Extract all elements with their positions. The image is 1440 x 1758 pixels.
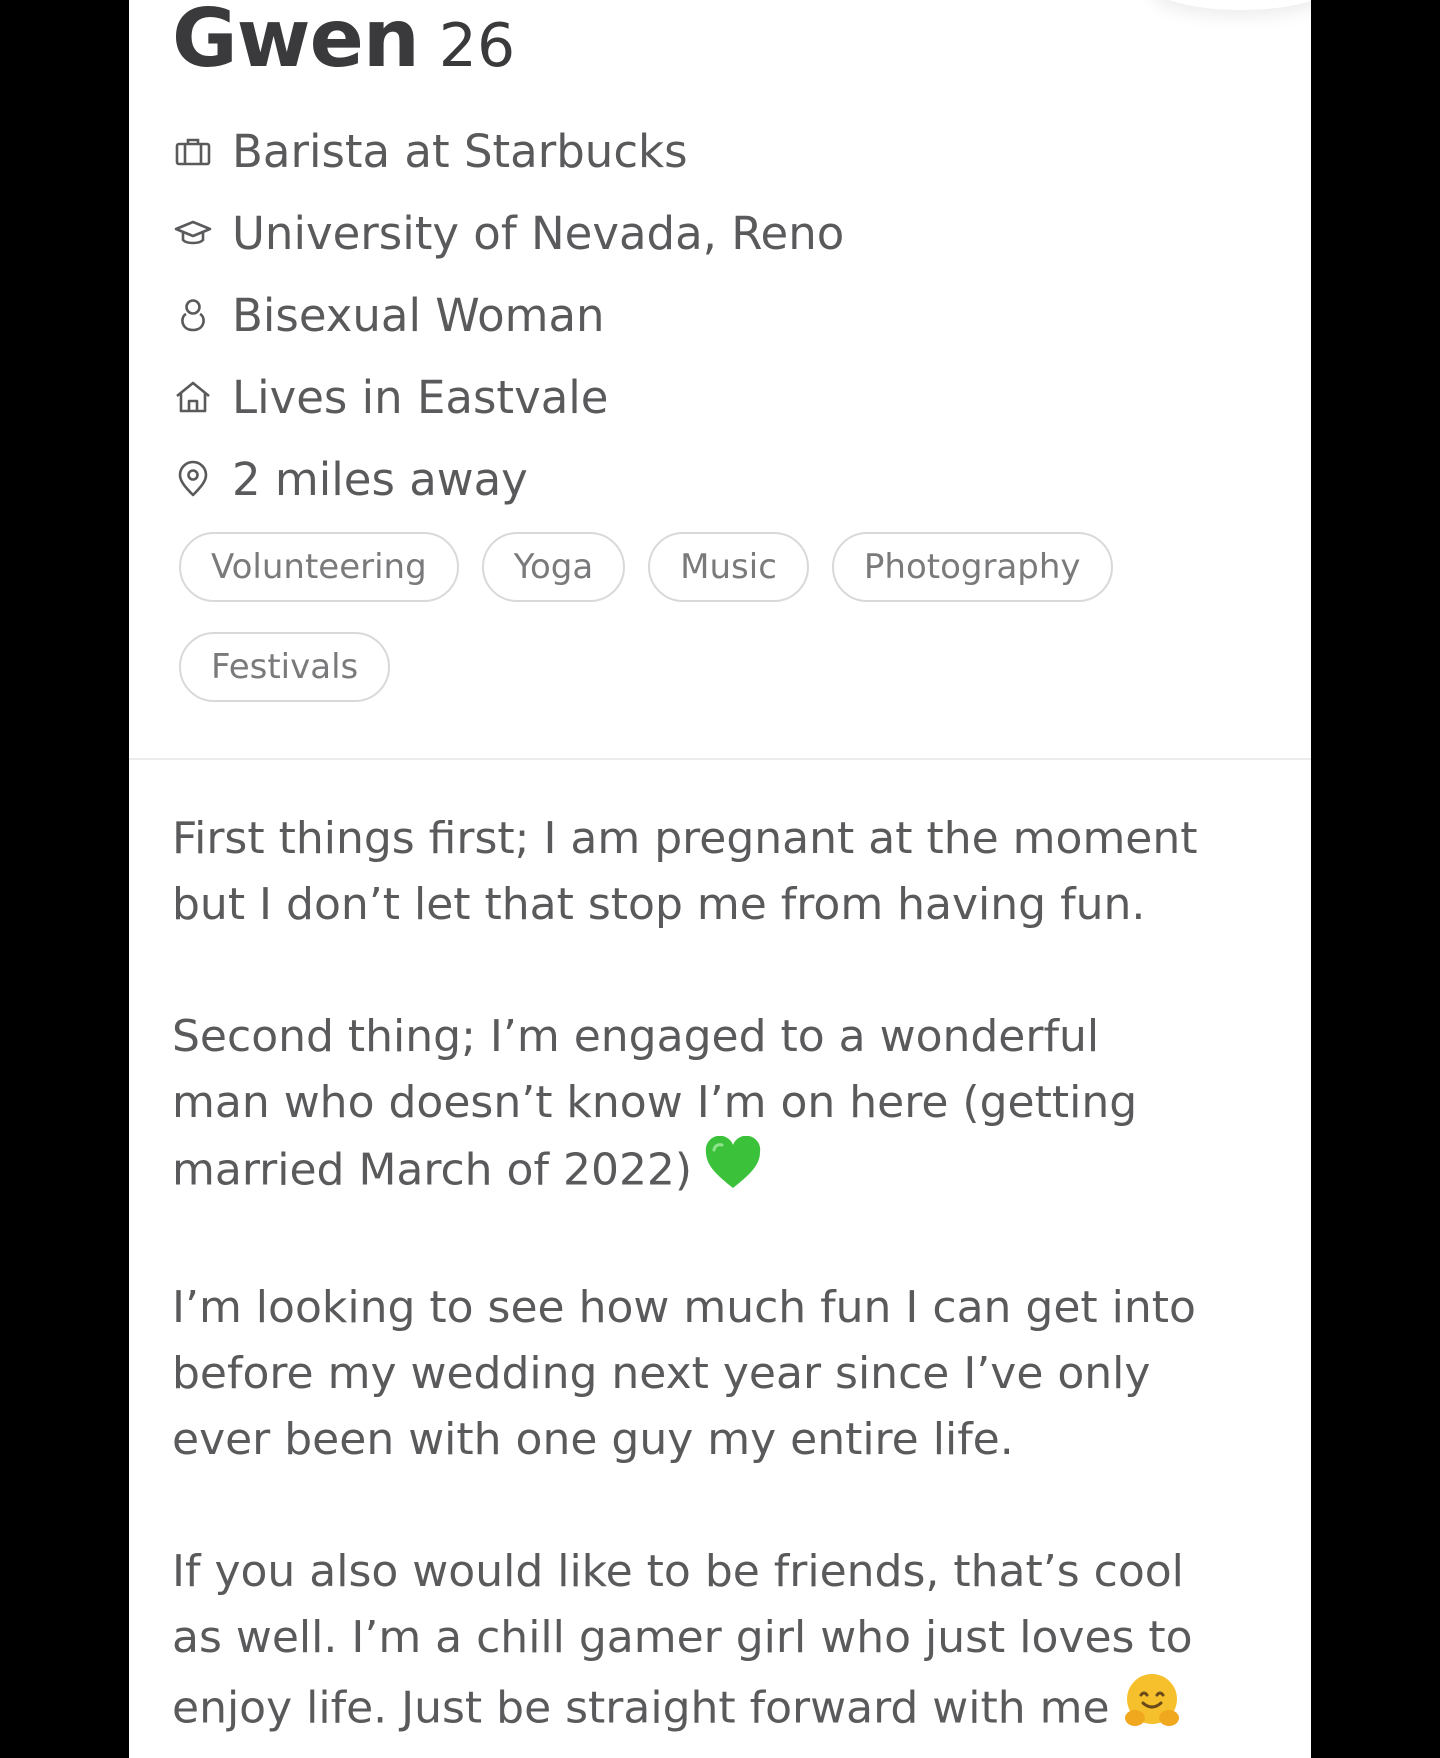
info-distance-text: 2 miles away [232, 452, 528, 506]
interest-chip-festivals[interactable]: Festivals [179, 632, 391, 702]
profile-bio: First things first; I am pregnant at the… [172, 806, 1282, 1750]
briefcase-icon [172, 130, 214, 172]
profile-card: Gwen 26 Barista at Starbucks University … [129, 0, 1311, 1758]
interest-chip-photography[interactable]: Photography [831, 532, 1113, 602]
green-heart-icon [704, 1135, 762, 1209]
profile-info-list: Barista at Starbucks University of Nevad… [172, 110, 1272, 520]
info-distance: 2 miles away [172, 438, 1272, 520]
bio-paragraph-2-text: Second thing; I’m engaged to a wonderful… [172, 1011, 1138, 1196]
info-school: University of Nevada, Reno [172, 192, 1272, 274]
interest-chip-volunteering[interactable]: Volunteering [179, 532, 459, 602]
person-icon [172, 294, 214, 336]
bio-paragraph-2: Second thing; I’m engaged to a wonderful… [172, 1004, 1282, 1209]
profile-header: Gwen 26 [172, 0, 515, 85]
graduation-cap-icon [172, 212, 214, 254]
profile-age: 26 [438, 11, 516, 81]
card-shadow [1151, 0, 1311, 10]
info-job-text: Barista at Starbucks [232, 124, 688, 178]
bio-paragraph-1: First things first; I am pregnant at the… [172, 806, 1282, 938]
interest-chip-music[interactable]: Music [648, 532, 809, 602]
bio-paragraph-3: I’m looking to see how much fun I can ge… [172, 1275, 1282, 1473]
home-icon [172, 376, 214, 418]
hugging-face-icon [1122, 1671, 1182, 1750]
bio-paragraph-3-text: I’m looking to see how much fun I can ge… [172, 1282, 1196, 1465]
info-lives-in: Lives in Eastvale [172, 356, 1272, 438]
section-divider [129, 758, 1311, 760]
bio-paragraph-4: If you also would like to be friends, th… [172, 1539, 1282, 1750]
info-orientation: Bisexual Woman [172, 274, 1272, 356]
info-job: Barista at Starbucks [172, 110, 1272, 192]
interest-chip-yoga[interactable]: Yoga [481, 532, 626, 602]
info-school-text: University of Nevada, Reno [232, 206, 845, 260]
info-lives-in-text: Lives in Eastvale [232, 370, 609, 424]
interest-chips: Volunteering Yoga Music Photography Fest… [179, 532, 1279, 702]
location-pin-icon [172, 458, 214, 500]
info-orientation-text: Bisexual Woman [232, 288, 605, 342]
profile-name: Gwen [172, 0, 420, 85]
bio-paragraph-4-text: If you also would like to be friends, th… [172, 1546, 1193, 1734]
bio-paragraph-1-text: First things first; I am pregnant at the… [172, 813, 1198, 930]
